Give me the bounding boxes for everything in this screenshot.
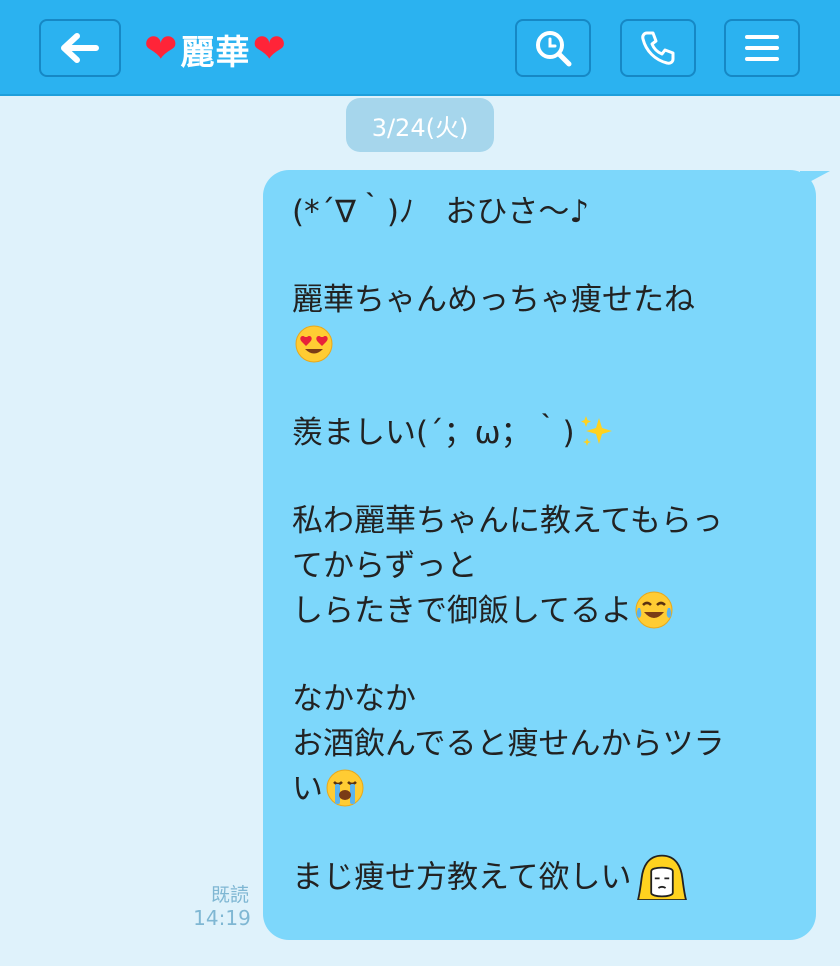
message-line: 羨ましい(´；ω；｀) (292, 411, 792, 456)
message-text: 羨ましい(´；ω；｀) (292, 415, 575, 451)
search-button[interactable] (515, 19, 591, 77)
heart-icon: ❤ (252, 26, 288, 72)
date-divider: 3/24(火) (346, 98, 494, 152)
blonde-girl-emoji (637, 854, 688, 900)
message-line: お酒飲んでると痩せんからツラ (292, 726, 725, 762)
contact-name: 麗華 (180, 32, 251, 73)
tears-of-joy-emoji (634, 590, 674, 630)
message-text: しらたきで御飯してるよ (292, 593, 633, 629)
message-bubble[interactable]: (*´∇｀)ﾉ おひさ〜♪ 麗華ちゃんめっちゃ痩せたね 羨ましい(´；ω；｀) … (263, 170, 816, 940)
chat-header: ❤ 麗華 ❤ (0, 0, 840, 96)
message-line: てからずっと (292, 548, 478, 584)
message-text: まじ痩せ方教えて欲しい (292, 859, 632, 896)
message-line (292, 323, 792, 368)
message-line: まじ痩せ方教えて欲しい (292, 854, 792, 900)
menu-icon (745, 35, 779, 61)
message-line: 私わ麗華ちゃんに教えてもらっ (292, 503, 723, 539)
read-receipt: 既読 (210, 884, 249, 906)
chat-title: ❤ 麗華 ❤ (144, 26, 288, 73)
phone-icon (641, 31, 675, 65)
back-arrow-icon (61, 33, 99, 63)
message-line: 麗華ちゃんめっちゃ痩せたね (292, 282, 695, 318)
back-button[interactable] (39, 19, 121, 77)
crying-emoji (325, 768, 365, 808)
message-line: (*´∇｀)ﾉ おひさ〜♪ (292, 194, 590, 230)
message-text: い (292, 771, 323, 807)
heart-eyes-emoji (294, 324, 334, 364)
search-icon (536, 31, 572, 67)
menu-button[interactable] (724, 19, 800, 77)
message-line: しらたきで御飯してるよ (292, 589, 792, 634)
heart-icon: ❤ (144, 26, 179, 72)
message-line: なかなか (292, 681, 416, 717)
call-button[interactable] (620, 19, 696, 77)
message-line: い (292, 767, 792, 812)
timestamp: 14:19 (193, 906, 251, 930)
sparkles-emoji (580, 415, 612, 446)
